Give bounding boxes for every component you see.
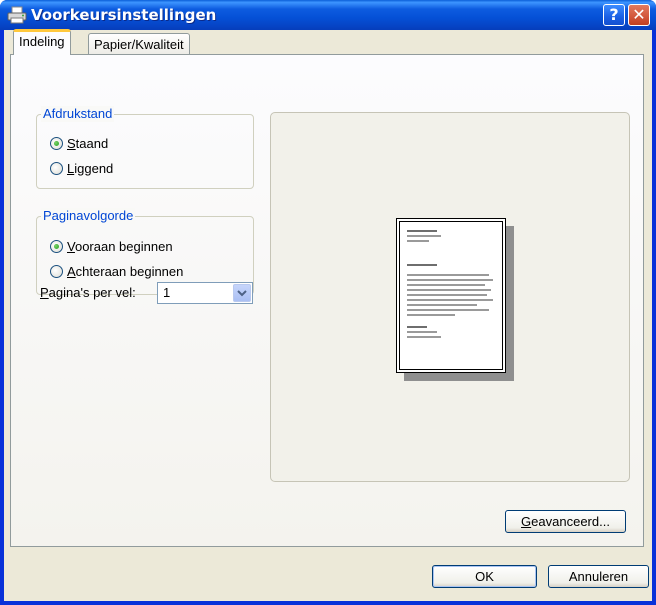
ok-button[interactable]: OK	[432, 565, 537, 588]
pages-per-sheet-select[interactable]: 1	[157, 282, 253, 304]
radio-checked-icon	[50, 239, 63, 253]
page-order-legend: Paginavolgorde	[41, 208, 136, 224]
orientation-legend: Afdrukstand	[41, 106, 115, 122]
dialog-window: Voorkeursinstellingen ? ✕ Indeling Papie…	[0, 0, 656, 605]
panel-content: Afdrukstand Staand Liggend Paginavolgord…	[0, 0, 656, 605]
pages-per-sheet-value: 1	[163, 285, 171, 300]
radio-staand[interactable]: Staand	[50, 134, 108, 152]
radio-checked-icon	[50, 136, 63, 150]
radio-liggend[interactable]: Liggend	[50, 159, 113, 177]
cancel-button[interactable]: Annuleren	[548, 565, 649, 588]
radio-unchecked-icon	[50, 264, 63, 278]
radio-achteraan-label: Achteraan beginnen	[67, 263, 184, 279]
advanced-button[interactable]: Geavanceerd...	[505, 510, 626, 533]
radio-staand-label: Staand	[67, 135, 109, 151]
radio-achteraan[interactable]: Achteraan beginnen	[50, 262, 183, 280]
radio-vooraan-label: Vooraan beginnen	[67, 238, 173, 254]
page-preview-icon	[396, 218, 506, 373]
chevron-down-icon[interactable]	[233, 284, 251, 302]
radio-vooraan[interactable]: Vooraan beginnen	[50, 237, 173, 255]
radio-unchecked-icon	[50, 161, 63, 175]
pages-per-sheet-label: Pagina's per vel:	[40, 285, 136, 300]
page-preview-border	[399, 221, 503, 370]
radio-liggend-label: Liggend	[67, 160, 114, 176]
